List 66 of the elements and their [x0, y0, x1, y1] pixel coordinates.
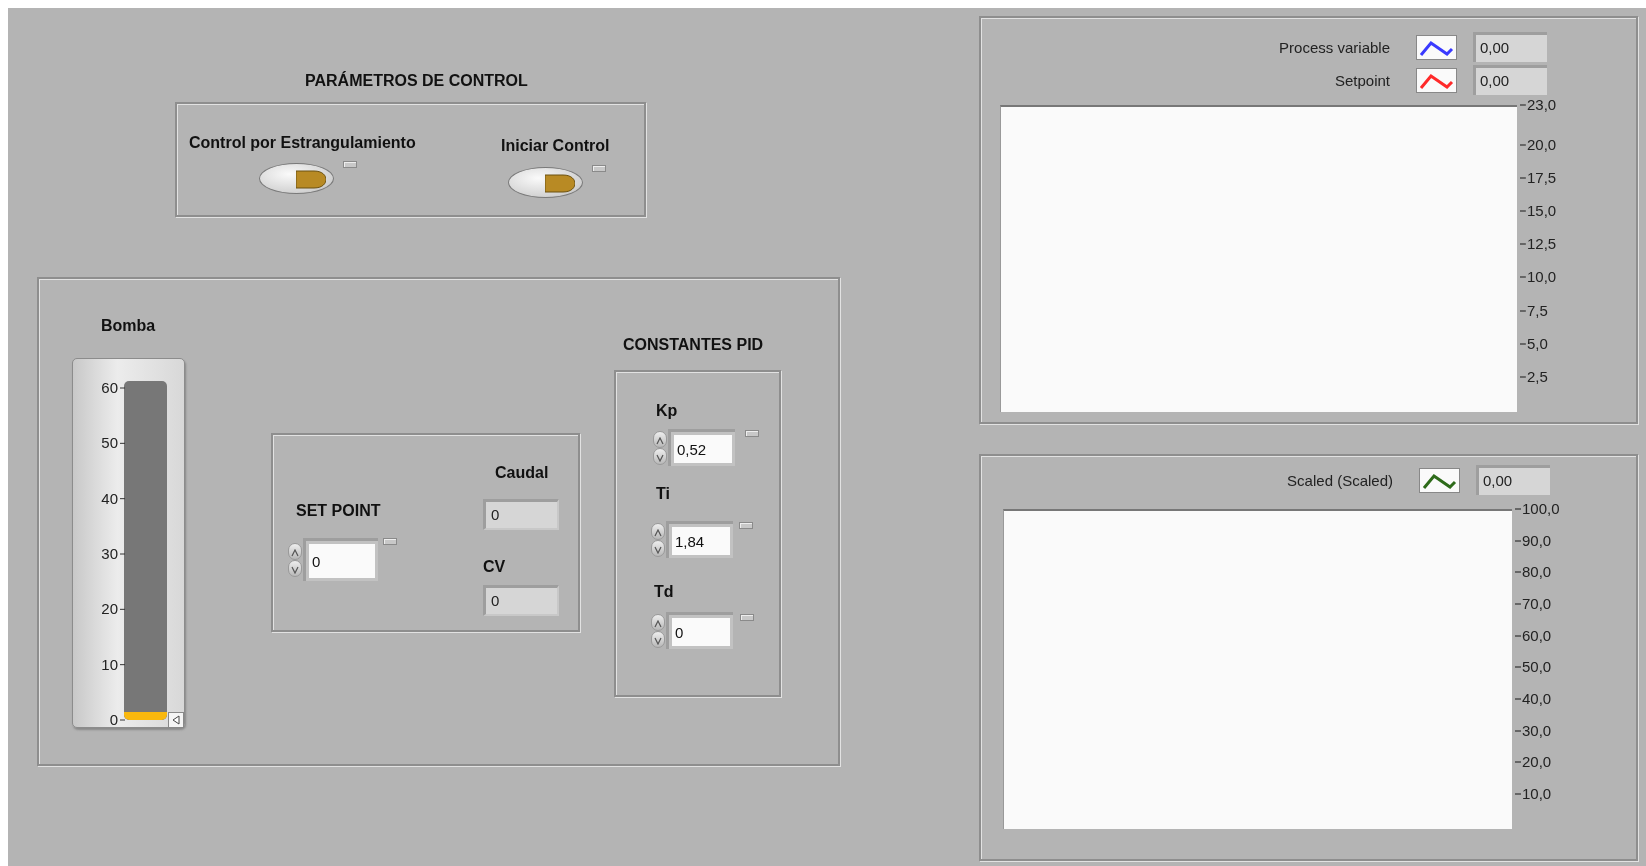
tick-label: 100,0 [1522, 500, 1560, 517]
legend-label: Process variable [1279, 38, 1390, 56]
number-field[interactable]: 1,84 [666, 521, 733, 558]
readout-field: 0,00 [1476, 465, 1550, 495]
scale-label: 0 [109, 712, 118, 728]
legend-label: Setpoint [1334, 71, 1390, 89]
tick-label: 30,0 [1522, 722, 1552, 739]
slider-pointer-icon[interactable] [168, 712, 184, 728]
readout-field: 0 [483, 499, 559, 530]
number-field[interactable]: 0 [303, 538, 378, 581]
tick-label: 90,0 [1522, 532, 1552, 549]
indicator-light [740, 614, 754, 621]
control-label: Td [654, 583, 674, 600]
number-field[interactable]: 0,52 [668, 429, 735, 466]
number-field[interactable]: 0 [666, 612, 733, 649]
tick-label: 70,0 [1522, 595, 1552, 612]
gauge-label: Bomba [101, 317, 156, 334]
control-label: Kp [656, 402, 678, 419]
section-title: PARÁMETROS DE CONTROL [305, 72, 528, 89]
control-label: SET POINT [296, 502, 381, 519]
tick-label: 10,0 [1527, 268, 1557, 285]
readout-field: 0,00 [1473, 32, 1547, 62]
tick-label: 15,0 [1527, 202, 1557, 219]
tick-label: 60,0 [1522, 627, 1552, 644]
tick-label: 40,0 [1522, 690, 1552, 707]
readout-field: 0 [483, 585, 559, 616]
tick-label: 20,0 [1527, 136, 1557, 153]
indicator-light [592, 165, 606, 172]
bullet-icon [296, 170, 326, 189]
tick-label: 50,0 [1522, 658, 1552, 675]
scale-label: 40 [101, 490, 118, 507]
tick-label: 12,5 [1527, 235, 1557, 252]
increment-button[interactable] [651, 522, 665, 540]
bullet-icon [545, 174, 575, 193]
scale-label: 30 [101, 546, 118, 562]
decrement-button[interactable] [651, 539, 665, 557]
increment-button[interactable] [651, 613, 665, 631]
control-label: CV [483, 558, 506, 575]
tick-label: 23,0 [1527, 96, 1557, 113]
tick-label: 17,5 [1527, 169, 1557, 186]
tick-label: 2,5 [1527, 368, 1548, 385]
increment-button[interactable] [653, 430, 667, 448]
increment-button[interactable] [288, 542, 302, 560]
tick-label: 7,5 [1527, 302, 1548, 319]
indicator-light [383, 538, 397, 545]
legend-label: Scaled (Scaled) [1287, 471, 1393, 489]
readout-field: 0,00 [1473, 65, 1547, 95]
tick-label: 80,0 [1522, 563, 1552, 580]
decrement-button[interactable] [288, 559, 302, 577]
decrement-button[interactable] [653, 447, 667, 465]
control-label: Ti [656, 485, 670, 502]
tick-label: 20,0 [1522, 753, 1552, 770]
control-label: Control por Estrangulamiento [189, 134, 416, 151]
indicator-light [343, 161, 357, 168]
scale-label: 20 [101, 601, 118, 618]
tick-label: 5,0 [1527, 335, 1548, 352]
control-label: Caudal [495, 464, 549, 481]
indicator-light [745, 430, 759, 437]
tick-label: 10,0 [1522, 785, 1552, 802]
scale-label: 10 [101, 656, 118, 673]
scale-label: 50 [101, 435, 118, 452]
indicator-light [739, 522, 753, 529]
section-title: CONSTANTES PID [623, 336, 764, 353]
decrement-button[interactable] [651, 630, 665, 648]
control-label: Iniciar Control [501, 137, 610, 154]
scale-label: 60 [101, 380, 118, 396]
